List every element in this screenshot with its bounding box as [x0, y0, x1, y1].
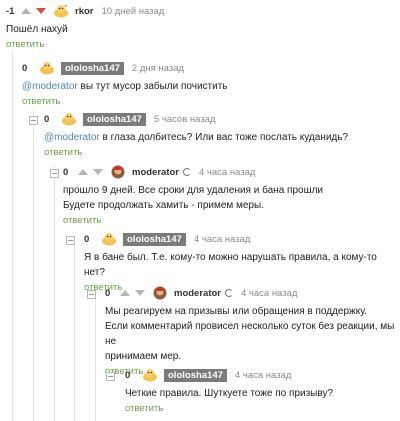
comment-time[interactable]: 2 дня назад [132, 63, 184, 74]
comment-text: Я в бане был. Т.е. кому-то можно нарушат… [84, 252, 377, 278]
comment-text: Четкие правила. Шуткуете тоже по призыву… [125, 388, 334, 399]
moderator-icon [224, 289, 233, 297]
reply-button[interactable]: ответить [44, 147, 400, 158]
collapse-toggle[interactable] [87, 290, 96, 299]
comment-text: @moderator вы тут мусор забыли почистить [22, 81, 228, 92]
comment-author[interactable]: ololosha147 [164, 368, 227, 382]
comment-rating: 0 [44, 113, 50, 125]
comment: 0 moderator 4 часа назад прошло 9 дней. … [63, 164, 400, 226]
comment-rating: -1 [6, 5, 15, 17]
vote-down-icon[interactable] [135, 290, 145, 296]
collapse-toggle[interactable] [106, 372, 115, 381]
comment-rating: 0 [63, 166, 69, 178]
comment-rating: 0 [105, 287, 111, 299]
thread-line [74, 245, 75, 421]
comment-text: @moderator в глаза долбитесь? Или вас то… [44, 132, 349, 143]
moderator-icon [182, 168, 191, 176]
mention-link[interactable]: @moderator [22, 81, 78, 92]
comment-author[interactable]: ololosha147 [61, 61, 124, 75]
vote-down-icon[interactable] [93, 169, 103, 175]
comment: 0 ololosha147 2 дня назад @moderator вы … [22, 60, 400, 107]
comment-text: прошло 9 дней. Все сроки для удаления и … [63, 185, 324, 211]
thread-line [54, 165, 55, 421]
vote-up-icon[interactable] [21, 8, 31, 14]
reply-button[interactable]: ответить [125, 403, 400, 414]
comment: 0 ololosha147 5 часов назад @moderator в… [44, 111, 400, 158]
collapse-toggle[interactable] [66, 236, 75, 245]
comment: 0 moderator 4 часа назад Мы реагируем на… [105, 285, 400, 377]
comment: 0 ololosha147 4 часа назад Я в бане был.… [84, 231, 400, 293]
comment-author[interactable]: moderator [174, 288, 221, 299]
comment-rating: 0 [125, 369, 131, 381]
vote-up-icon[interactable] [78, 169, 88, 175]
comment: 0 ololosha147 4 часа назад Четкие правил… [125, 367, 400, 414]
avatar[interactable] [101, 232, 117, 246]
comment-text: Мы реагируем на призывы или обращения в … [105, 306, 395, 362]
comment-author[interactable]: ololosha147 [123, 232, 186, 246]
reply-button[interactable]: ответить [6, 39, 400, 50]
avatar[interactable] [152, 286, 168, 300]
comment-time[interactable]: 4 часа назад [194, 234, 250, 245]
avatar[interactable] [142, 368, 158, 382]
comment-author[interactable]: moderator [132, 167, 179, 178]
collapse-toggle[interactable] [29, 116, 38, 125]
thread-line [12, 52, 13, 421]
comment: -1 rkor 10 дней назад Пошёл нахуй ответи… [6, 3, 400, 50]
comment-time[interactable]: 4 часа назад [241, 288, 297, 299]
vote-up-icon[interactable] [120, 290, 130, 296]
comment-time[interactable]: 4 часа назад [199, 167, 255, 178]
avatar[interactable] [61, 112, 77, 126]
comment-time[interactable]: 5 часов назад [154, 114, 216, 125]
mention-link[interactable]: @moderator [44, 132, 100, 143]
comment-time[interactable]: 4 часа назад [235, 370, 291, 381]
comment-author[interactable]: rkor [75, 6, 93, 17]
comment-text: Пошёл нахуй [6, 24, 68, 35]
thread-line [33, 110, 34, 421]
vote-down-icon[interactable] [36, 8, 46, 14]
avatar[interactable] [39, 61, 55, 75]
avatar[interactable] [53, 4, 69, 18]
comment-rating: 0 [84, 233, 90, 245]
avatar[interactable] [110, 165, 126, 179]
reply-button[interactable]: ответить [63, 215, 400, 226]
reply-button[interactable]: ответить [22, 96, 400, 107]
comment-author[interactable]: ololosha147 [83, 112, 146, 126]
thread-line [95, 297, 96, 421]
collapse-toggle[interactable] [50, 169, 59, 178]
comment-rating: 0 [22, 62, 28, 74]
comment-time[interactable]: 10 дней назад [101, 6, 164, 17]
